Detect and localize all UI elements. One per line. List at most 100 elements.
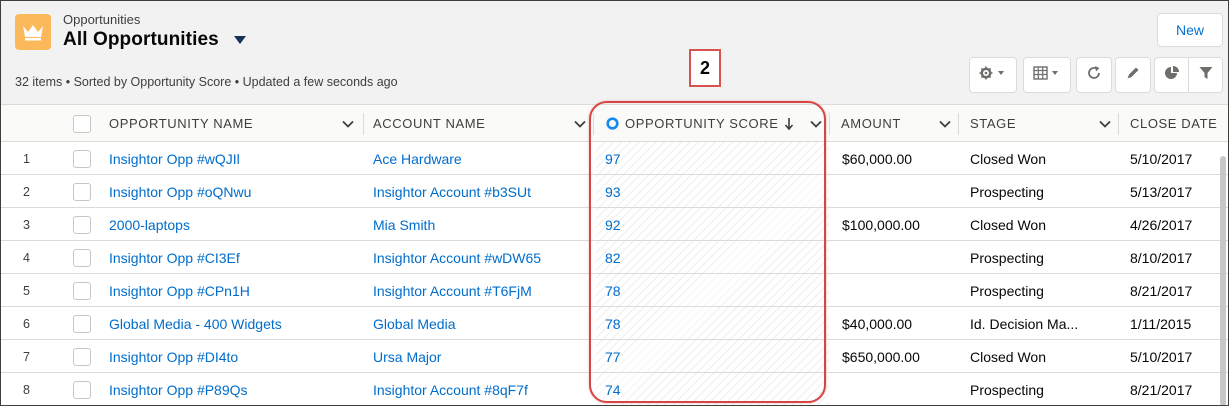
opportunity-name-link[interactable]: Insightor Opp #oQNwu: [109, 175, 251, 208]
close-date-value: 4/26/2017: [1130, 216, 1193, 233]
stage-value: Closed Won: [970, 150, 1047, 167]
row-checkbox[interactable]: [73, 249, 91, 267]
stage-value: Closed Won: [970, 216, 1047, 233]
close-date-value: 1/11/2015: [1130, 315, 1192, 332]
account-name-link[interactable]: Ursa Major: [373, 340, 441, 373]
charts-button[interactable]: [1154, 57, 1189, 93]
row-checkbox[interactable]: [73, 348, 91, 366]
close-date-value: 8/21/2017: [1130, 282, 1193, 299]
refresh-icon: [1086, 65, 1102, 86]
amount-value: $100,000.00: [842, 216, 920, 233]
column-header-stage[interactable]: Stage: [970, 105, 1016, 142]
row-number: 6: [23, 316, 30, 331]
row-number: 8: [23, 382, 30, 397]
list-settings-button[interactable]: [969, 57, 1017, 93]
row-checkbox[interactable]: [73, 150, 91, 168]
display-as-button[interactable]: [1023, 57, 1071, 93]
opportunity-score-link[interactable]: 78: [605, 307, 621, 340]
opportunity-name-link[interactable]: Insightor Opp #DI4to: [109, 340, 238, 373]
account-name-link[interactable]: Insightor Account #wDW65: [373, 241, 541, 274]
opportunity-name-link[interactable]: Insightor Opp #CPn1H: [109, 274, 250, 307]
list-view-title[interactable]: All Opportunities: [63, 29, 247, 51]
column-header-close-date[interactable]: Close Date: [1130, 105, 1217, 142]
opportunity-name-link[interactable]: Insightor Opp #P89Qs: [109, 373, 248, 405]
column-header-opportunity-score[interactable]: Opportunity Score: [606, 105, 794, 142]
chevron-down-icon[interactable]: [1098, 117, 1112, 136]
refresh-button[interactable]: [1076, 57, 1112, 93]
opportunity-name-link[interactable]: Global Media - 400 Widgets: [109, 307, 282, 340]
close-date-value: 8/10/2017: [1130, 249, 1193, 266]
table-row: 3 2000-laptops Mia Smith 92 $100,000.00 …: [1, 208, 1228, 241]
account-name-link[interactable]: Insightor Account #8qF7f: [373, 373, 528, 405]
column-divider: [958, 113, 959, 135]
list-view-frame: Opportunities All Opportunities New 32 i…: [0, 0, 1229, 406]
account-name-link[interactable]: Global Media: [373, 307, 456, 340]
select-all-checkbox[interactable]: [73, 115, 91, 133]
column-header-account-name[interactable]: Account Name: [373, 105, 485, 142]
column-header-amount[interactable]: Amount: [841, 105, 901, 142]
edit-list-button[interactable]: [1115, 57, 1151, 93]
filter-icon: [1198, 65, 1214, 86]
opportunity-score-link[interactable]: 92: [605, 208, 621, 241]
new-button[interactable]: New: [1157, 13, 1223, 47]
close-date-value: 8/21/2017: [1130, 381, 1193, 398]
sort-descending-icon: [784, 117, 794, 131]
amount-value: $650,000.00: [842, 348, 920, 365]
close-date-value: 5/13/2017: [1130, 183, 1193, 200]
score-indicator-icon: [606, 117, 619, 130]
opportunity-score-link[interactable]: 82: [605, 241, 621, 274]
row-number: 2: [23, 184, 30, 199]
row-checkbox[interactable]: [73, 315, 91, 333]
account-name-link[interactable]: Mia Smith: [373, 208, 435, 241]
pencil-icon: [1125, 65, 1141, 86]
row-checkbox[interactable]: [73, 282, 91, 300]
column-divider: [829, 113, 830, 135]
object-label: Opportunities: [63, 12, 141, 27]
column-header-label: Opportunity Score: [625, 116, 779, 131]
column-header-opportunity-name[interactable]: Opportunity Name: [109, 105, 253, 142]
list-header: Opportunities All Opportunities New 32 i…: [1, 1, 1228, 105]
account-name-link[interactable]: Insightor Account #b3SUt: [373, 175, 531, 208]
opportunity-score-link[interactable]: 97: [605, 142, 621, 175]
opportunity-name-link[interactable]: Insightor Opp #wQJIl: [109, 142, 240, 175]
row-checkbox[interactable]: [73, 216, 91, 234]
list-view-picker-caret-icon[interactable]: [233, 35, 247, 45]
opportunity-score-link[interactable]: 77: [605, 340, 621, 373]
list-meta-info: 32 items • Sorted by Opportunity Score •…: [15, 75, 398, 89]
opportunity-score-link[interactable]: 74: [605, 373, 621, 405]
row-checkbox[interactable]: [73, 183, 91, 201]
chevron-down-icon[interactable]: [341, 117, 355, 136]
vertical-scrollbar[interactable]: [1220, 156, 1226, 405]
row-number: 3: [23, 217, 30, 232]
table-row: 4 Insightor Opp #CI3Ef Insightor Account…: [1, 241, 1228, 274]
table-row: 2 Insightor Opp #oQNwu Insightor Account…: [1, 175, 1228, 208]
table-row: 5 Insightor Opp #CPn1H Insightor Account…: [1, 274, 1228, 307]
table-header: Opportunity Name Account Name Opportunit…: [1, 105, 1228, 142]
column-header-label: Stage: [970, 116, 1017, 131]
column-divider: [1118, 113, 1119, 135]
stage-value: Prospecting: [970, 381, 1044, 398]
opportunity-score-link[interactable]: 93: [605, 175, 621, 208]
chevron-down-icon[interactable]: [938, 117, 952, 136]
account-name-link[interactable]: Insightor Account #T6FjM: [373, 274, 532, 307]
callout-step-number: 2: [689, 49, 721, 87]
opportunity-name-link[interactable]: Insightor Opp #CI3Ef: [109, 241, 240, 274]
chevron-down-icon[interactable]: [809, 117, 823, 136]
row-number: 7: [23, 349, 30, 364]
filters-button[interactable]: [1188, 57, 1223, 93]
row-checkbox[interactable]: [73, 381, 91, 399]
amount-value: $60,000.00: [842, 150, 913, 167]
column-header-label: Account Name: [373, 116, 486, 131]
opportunity-name-link[interactable]: 2000-laptops: [109, 208, 190, 241]
close-date-value: 5/10/2017: [1130, 150, 1193, 167]
column-header-label: Close Date: [1130, 116, 1218, 131]
chevron-down-icon[interactable]: [573, 117, 587, 136]
row-number: 1: [23, 151, 30, 166]
column-header-label: Opportunity Name: [109, 116, 254, 131]
column-divider: [363, 113, 364, 135]
account-name-link[interactable]: Ace Hardware: [373, 142, 462, 175]
opportunity-score-link[interactable]: 78: [605, 274, 621, 307]
table-row: 6 Global Media - 400 Widgets Global Medi…: [1, 307, 1228, 340]
table-row: 8 Insightor Opp #P89Qs Insightor Account…: [1, 373, 1228, 405]
column-divider: [593, 113, 594, 135]
